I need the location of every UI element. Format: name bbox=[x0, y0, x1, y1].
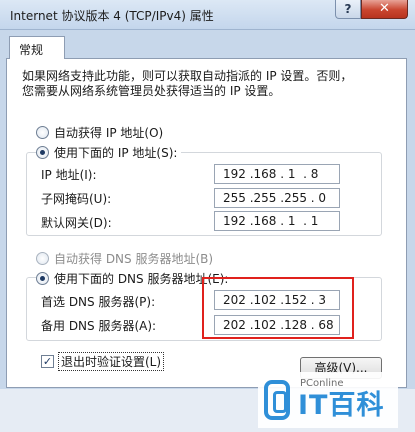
preferred-dns-label: 首选 DNS 服务器(P): bbox=[41, 295, 156, 309]
ip-auto-radio-row[interactable]: 自动获得 IP 地址(O) bbox=[36, 124, 163, 140]
title-bar: Internet 协议版本 4 (TCP/IPv4) 属性 ? ✕ bbox=[0, 0, 415, 30]
help-button[interactable]: ? bbox=[335, 0, 361, 19]
dns-manual-radio[interactable] bbox=[36, 271, 49, 285]
watermark-text: IT百科 bbox=[298, 390, 385, 421]
window-title: Internet 协议版本 4 (TCP/IPv4) 属性 bbox=[10, 9, 214, 23]
pconline-logo-icon bbox=[264, 380, 290, 420]
pconline-watermark: PConline IT百科 bbox=[258, 372, 398, 428]
intro-line-2: 您需要从网络系统管理员处获得适当的 IP 设置。 bbox=[22, 84, 281, 98]
watermark-brand: PConline bbox=[300, 378, 344, 389]
validate-settings-checkbox[interactable]: ✓ bbox=[41, 354, 54, 368]
subnet-mask-field[interactable]: 255 .255 .255 . 0 bbox=[214, 188, 340, 208]
ip-manual-radio-row[interactable]: 使用下面的 IP 地址(S): bbox=[36, 144, 182, 160]
tab-general[interactable]: 常规 bbox=[9, 36, 65, 59]
ip-auto-label: 自动获得 IP 地址(O) bbox=[54, 125, 164, 140]
dns-auto-radio[interactable] bbox=[36, 251, 49, 265]
default-gateway-label: 默认网关(D): bbox=[41, 216, 112, 230]
close-button[interactable]: ✕ bbox=[361, 0, 408, 19]
ip-address-field[interactable]: 192 .168 . 1 . 8 bbox=[214, 164, 340, 184]
ip-auto-radio[interactable] bbox=[36, 125, 49, 139]
ip-manual-label: 使用下面的 IP 地址(S): bbox=[54, 145, 178, 160]
validate-settings-row[interactable]: ✓ 退出时验证设置(L) bbox=[41, 351, 165, 371]
ip-address-label: IP 地址(I): bbox=[41, 168, 97, 182]
dns-auto-radio-row[interactable]: 自动获得 DNS 服务器地址(B) bbox=[36, 250, 213, 266]
default-gateway-field[interactable]: 192 .168 . 1 . 1 bbox=[214, 211, 340, 231]
alternate-dns-label: 备用 DNS 服务器(A): bbox=[41, 319, 157, 333]
intro-text: 如果网络支持此功能，则可以获取自动指派的 IP 设置。否则， 您需要从网络系统管… bbox=[22, 69, 392, 99]
validate-settings-label: 退出时验证设置(L) bbox=[58, 351, 165, 371]
subnet-mask-label: 子网掩码(U): bbox=[41, 192, 112, 206]
intro-line-1: 如果网络支持此功能，则可以获取自动指派的 IP 设置。否则， bbox=[22, 69, 353, 83]
dns-auto-label: 自动获得 DNS 服务器地址(B) bbox=[54, 251, 214, 266]
dns-highlight-box bbox=[202, 277, 354, 339]
ip-manual-radio[interactable] bbox=[36, 145, 49, 159]
